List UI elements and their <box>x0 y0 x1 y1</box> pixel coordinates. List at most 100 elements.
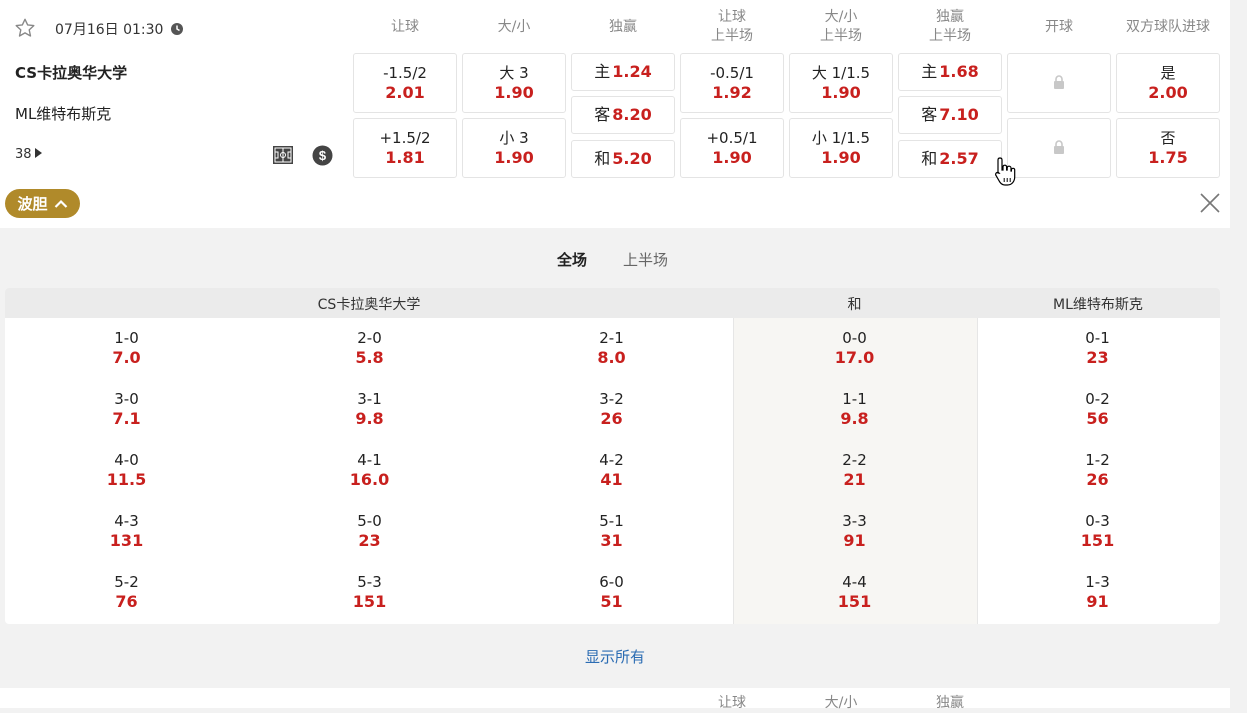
score-label: 4-2 <box>599 451 624 469</box>
star-icon[interactable] <box>14 17 36 39</box>
score-cell-home[interactable]: 4-0 11.5 <box>5 450 248 490</box>
col-header-over-under: 大/小 <box>497 19 531 35</box>
correct-score-toggle[interactable]: 波胆 <box>5 189 80 218</box>
score-label: 1-2 <box>1085 451 1110 469</box>
score-odds: 16.0 <box>349 470 390 489</box>
score-cell-home[interactable]: 6-0 51 <box>490 572 733 612</box>
odds-moneyline-home[interactable]: 主 1.24 <box>571 53 675 91</box>
score-cell-home[interactable]: 1-0 7.0 <box>5 328 248 368</box>
score-label: 2-2 <box>842 451 867 469</box>
score-cell-away[interactable]: 0-2 56 <box>976 389 1219 429</box>
score-cell-home[interactable]: 3-2 26 <box>490 389 733 429</box>
odds-moneyline-draw[interactable]: 和 5.20 <box>571 140 675 178</box>
lock-icon <box>1053 139 1065 158</box>
score-label: 3-2 <box>599 390 624 408</box>
col-header-both-teams-score: 双方球队进球 <box>1126 19 1210 35</box>
score-cell-home[interactable]: 3-1 9.8 <box>248 389 491 429</box>
score-cell-away[interactable]: 0-3 151 <box>976 511 1219 551</box>
tab-first-half[interactable]: 上半场 <box>623 249 668 270</box>
col-header-moneyline-1h: 独赢 上半场 <box>929 9 971 44</box>
score-label: 4-3 <box>114 512 139 530</box>
score-label: 5-1 <box>599 512 624 530</box>
odds-moneyline-1h-draw[interactable]: 和 2.57 <box>898 140 1002 178</box>
score-label: 5-3 <box>357 573 382 591</box>
score-odds: 31 <box>600 531 623 550</box>
score-cell-home[interactable]: 4-3 131 <box>5 511 248 551</box>
score-label: 4-1 <box>357 451 382 469</box>
play-triangle-icon <box>34 147 42 162</box>
score-cell-home[interactable]: 5-0 23 <box>248 511 491 551</box>
more-markets-link[interactable]: 38 <box>15 147 42 162</box>
odds-both-score-no[interactable]: 否 1.75 <box>1116 118 1220 178</box>
close-icon[interactable] <box>1199 192 1221 214</box>
odds-handicap-1h-away[interactable]: +0.5/1 1.90 <box>680 118 784 178</box>
odds-both-score-yes[interactable]: 是 2.00 <box>1116 53 1220 113</box>
score-cell-home[interactable]: 5-1 31 <box>490 511 733 551</box>
match-card: 07月16日 01:30 CS卡拉奥华大学 ML维特布斯克 38 $ 让球 大/… <box>0 0 1230 228</box>
away-team-name: ML维特布斯克 <box>15 105 112 123</box>
col-header-kickoff: 开球 <box>1045 19 1073 35</box>
pitch-icon[interactable] <box>273 146 293 164</box>
odds-under-1h[interactable]: 小 1/1.5 1.90 <box>789 118 893 178</box>
score-cell-home[interactable]: 2-0 5.8 <box>248 328 491 368</box>
odds-under[interactable]: 小 3 1.90 <box>462 118 566 178</box>
score-odds: 7.1 <box>112 409 141 428</box>
score-odds: 76 <box>115 592 138 611</box>
score-odds: 41 <box>600 470 623 489</box>
score-cell-draw[interactable]: 4-4 151 <box>733 572 976 612</box>
score-cell-draw[interactable]: 1-1 9.8 <box>733 389 976 429</box>
score-label: 0-2 <box>1085 390 1110 408</box>
next-col-header-handicap: 让球 <box>718 695 746 711</box>
score-odds: 17.0 <box>834 348 875 367</box>
score-cell-home[interactable]: 3-0 7.1 <box>5 389 248 429</box>
score-odds: 56 <box>1086 409 1109 428</box>
score-odds: 5.8 <box>355 348 384 367</box>
score-label: 1-1 <box>842 390 867 408</box>
header-draw: 和 <box>733 288 976 318</box>
odds-handicap-away[interactable]: +1.5/2 1.81 <box>353 118 457 178</box>
score-cell-home[interactable]: 4-2 41 <box>490 450 733 490</box>
next-col-header-moneyline: 独赢 <box>936 695 964 711</box>
col-header-handicap: 让球 <box>391 19 419 35</box>
score-label: 0-0 <box>842 329 867 347</box>
score-odds: 26 <box>600 409 623 428</box>
odds-over-1h[interactable]: 大 1/1.5 1.90 <box>789 53 893 113</box>
score-cell-away[interactable]: 0-1 23 <box>976 328 1219 368</box>
show-all-link[interactable]: 显示所有 <box>0 646 1230 667</box>
score-cell-home[interactable]: 4-1 16.0 <box>248 450 491 490</box>
score-odds: 9.8 <box>355 409 384 428</box>
score-label: 3-3 <box>842 512 867 530</box>
odds-moneyline-1h-away[interactable]: 客 7.10 <box>898 96 1002 134</box>
header-home: CS卡拉奥华大学 <box>5 288 733 318</box>
odds-handicap-1h-home[interactable]: -0.5/1 1.92 <box>680 53 784 113</box>
score-odds: 91 <box>843 531 866 550</box>
score-cell-draw[interactable]: 0-0 17.0 <box>733 328 976 368</box>
score-cell-draw[interactable]: 2-2 21 <box>733 450 976 490</box>
score-label: 5-2 <box>114 573 139 591</box>
score-label: 1-3 <box>1085 573 1110 591</box>
score-odds: 23 <box>358 531 381 550</box>
svg-text:$: $ <box>319 148 327 163</box>
odds-moneyline-1h-home[interactable]: 主 1.68 <box>898 53 1002 91</box>
odds-over[interactable]: 大 3 1.90 <box>462 53 566 113</box>
col-header-handicap-1h: 让球 上半场 <box>711 9 753 44</box>
score-label: 3-1 <box>357 390 382 408</box>
score-odds: 21 <box>843 470 866 489</box>
dollar-icon[interactable]: $ <box>312 145 333 166</box>
score-cell-draw[interactable]: 3-3 91 <box>733 511 976 551</box>
score-cell-away[interactable]: 1-2 26 <box>976 450 1219 490</box>
odds-handicap-home[interactable]: -1.5/2 2.01 <box>353 53 457 113</box>
score-odds: 8.0 <box>597 348 626 367</box>
score-cell-home[interactable]: 5-2 76 <box>5 572 248 612</box>
score-cell-home[interactable]: 5-3 151 <box>248 572 491 612</box>
chevron-up-icon <box>54 195 68 213</box>
score-cell-away[interactable]: 1-3 91 <box>976 572 1219 612</box>
odds-moneyline-away[interactable]: 客 8.20 <box>571 96 675 134</box>
tab-full-time[interactable]: 全场 <box>557 249 587 270</box>
score-cell-home[interactable]: 2-1 8.0 <box>490 328 733 368</box>
score-odds: 151 <box>1080 531 1115 550</box>
next-match-card: 让球 大/小 独赢 <box>0 688 1230 711</box>
score-label: 4-4 <box>842 573 867 591</box>
score-label: 1-0 <box>114 329 139 347</box>
score-odds: 7.0 <box>112 348 141 367</box>
